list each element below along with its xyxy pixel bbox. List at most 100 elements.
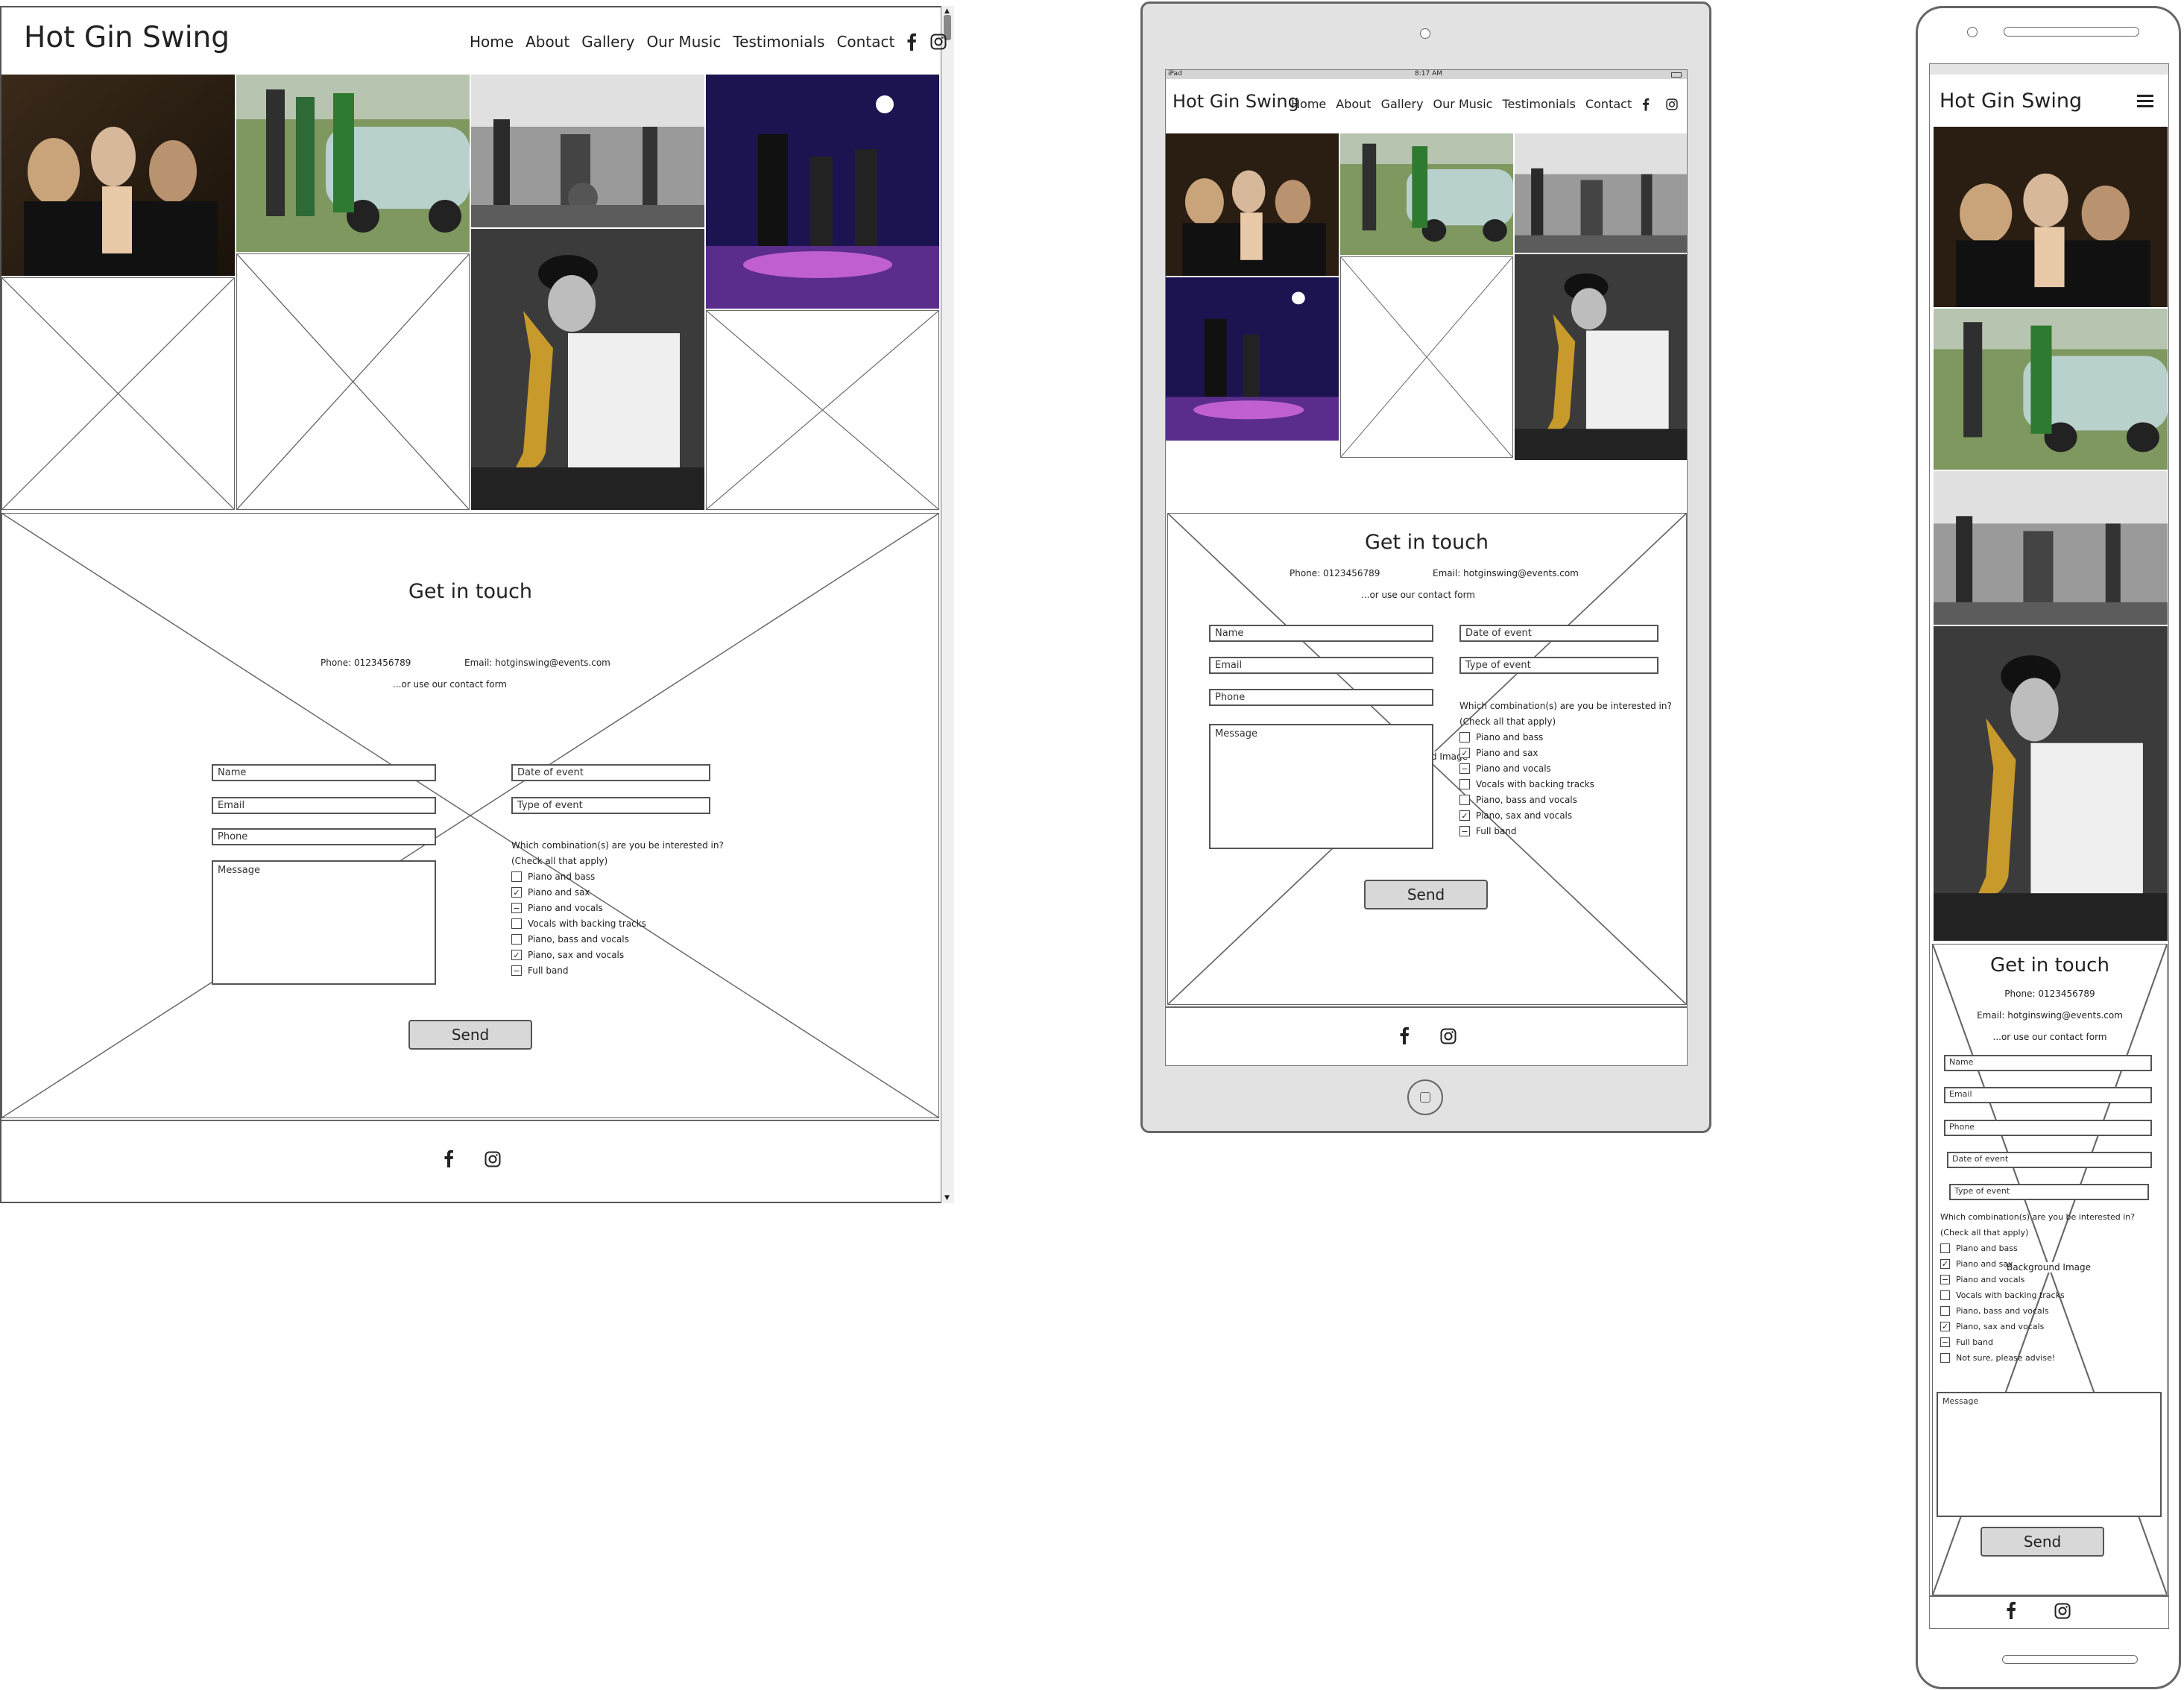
instagram-icon[interactable] [1666, 98, 1678, 110]
option-piano-bass-vocals[interactable]: Piano, bass and vocals [511, 934, 629, 945]
nav-gallery[interactable]: Gallery [581, 33, 634, 51]
option-piano-bass[interactable]: Piano and bass [1940, 1243, 2018, 1253]
phone-field[interactable]: Phone [1209, 689, 1433, 706]
checkbox-indeterminate[interactable]: − [1459, 763, 1470, 774]
checkbox[interactable] [511, 918, 522, 929]
nav-home[interactable]: Home [470, 33, 514, 51]
contact-email[interactable]: Email: hotginswing@events.com [1960, 1010, 2139, 1021]
option-vocals-backing[interactable]: Vocals with backing tracks [511, 918, 646, 929]
nav-contact[interactable]: Contact [836, 33, 894, 51]
nav-gallery[interactable]: Gallery [1381, 97, 1424, 111]
message-field[interactable]: Message [1209, 724, 1433, 849]
option-piano-bass-vocals[interactable]: Piano, bass and vocals [1459, 795, 1577, 805]
instagram-icon[interactable] [930, 34, 947, 50]
option-label: Piano and sax [1476, 748, 1538, 758]
facebook-icon[interactable] [1399, 1027, 1410, 1044]
desktop-brand-title[interactable]: Hot Gin Swing [24, 21, 230, 54]
option-piano-vocals[interactable]: − Piano and vocals [1940, 1275, 2024, 1284]
option-vocals-backing[interactable]: Vocals with backing tracks [1459, 779, 1594, 789]
instagram-icon[interactable] [1440, 1028, 1456, 1044]
checkbox-checked[interactable]: ✓ [1940, 1259, 1950, 1269]
checkbox[interactable] [1940, 1353, 1950, 1363]
option-piano-sax[interactable]: ✓ Piano and sax [1459, 748, 1538, 758]
event-date-field[interactable]: Date of event [511, 764, 710, 781]
phone-field[interactable]: Phone [1944, 1120, 2152, 1136]
facebook-icon[interactable] [906, 33, 917, 51]
email-field[interactable]: Email [212, 797, 436, 814]
nav-contact[interactable]: Contact [1585, 97, 1632, 111]
option-piano-sax-vocals[interactable]: ✓ Piano, sax and vocals [511, 950, 624, 960]
option-piano-bass-vocals[interactable]: Piano, bass and vocals [1940, 1306, 2049, 1316]
nav-about[interactable]: About [1336, 97, 1371, 111]
checkbox-indeterminate[interactable]: − [1940, 1275, 1950, 1284]
message-field[interactable]: Message [1937, 1392, 2162, 1517]
option-full-band[interactable]: − Full band [511, 965, 569, 976]
event-type-field[interactable]: Type of event [1459, 657, 1658, 674]
checkbox-indeterminate[interactable]: − [1459, 826, 1470, 836]
nav-testimonials[interactable]: Testimonials [1502, 97, 1576, 111]
event-date-field[interactable]: Date of event [1947, 1152, 2152, 1168]
event-type-field[interactable]: Type of event [511, 797, 710, 814]
option-full-band[interactable]: − Full band [1940, 1337, 1993, 1347]
phone-field[interactable]: Phone [212, 828, 436, 845]
send-button[interactable]: Send [408, 1020, 532, 1050]
option-piano-vocals[interactable]: − Piano and vocals [511, 903, 603, 913]
checkbox[interactable] [511, 871, 522, 882]
option-piano-sax[interactable]: ✓ Piano and sax [1940, 1259, 2013, 1269]
nav-testimonials[interactable]: Testimonials [733, 33, 824, 51]
email-field[interactable]: Email [1209, 657, 1433, 674]
name-field[interactable]: Name [1944, 1055, 2152, 1071]
nav-home[interactable]: Home [1291, 97, 1326, 111]
checkbox[interactable] [1459, 779, 1470, 789]
name-field[interactable]: Name [212, 764, 436, 781]
facebook-icon[interactable] [1642, 98, 1650, 111]
checkbox-indeterminate[interactable]: − [511, 903, 522, 913]
facebook-icon[interactable] [444, 1150, 454, 1167]
instagram-icon[interactable] [485, 1151, 501, 1167]
checkbox-checked[interactable]: ✓ [511, 950, 522, 960]
option-full-band[interactable]: − Full band [1459, 826, 1517, 836]
option-piano-sax-vocals[interactable]: ✓ Piano, sax and vocals [1459, 810, 1572, 821]
checkbox-checked[interactable]: ✓ [1459, 810, 1470, 821]
desktop-scroll-down-arrow[interactable]: ▼ [944, 1194, 950, 1202]
nav-about[interactable]: About [526, 33, 569, 51]
checkbox[interactable] [1940, 1243, 1950, 1253]
option-piano-bass[interactable]: Piano and bass [511, 871, 595, 882]
message-field[interactable]: Message [212, 860, 436, 985]
nav-our-music[interactable]: Our Music [1433, 97, 1493, 111]
option-piano-sax-vocals[interactable]: ✓ Piano, sax and vocals [1940, 1322, 2044, 1331]
option-vocals-backing[interactable]: Vocals with backing tracks [1940, 1290, 2065, 1300]
checkbox-checked[interactable]: ✓ [511, 887, 522, 898]
checkbox[interactable] [1459, 795, 1470, 805]
option-piano-bass[interactable]: Piano and bass [1459, 732, 1543, 742]
checkbox-checked[interactable]: ✓ [1940, 1322, 1950, 1331]
hamburger-menu-icon[interactable] [2137, 94, 2153, 107]
option-not-sure[interactable]: Not sure, please advise! [1940, 1353, 2055, 1363]
mobile-brand-title[interactable]: Hot Gin Swing [1940, 89, 2082, 113]
checkbox[interactable] [1459, 732, 1470, 742]
email-field[interactable]: Email [1944, 1087, 2152, 1103]
desktop-scroll-up-arrow[interactable]: ▲ [944, 7, 950, 15]
name-field[interactable]: Name [1209, 625, 1433, 642]
checkbox-indeterminate[interactable]: − [1940, 1337, 1950, 1347]
home-indicator-bar[interactable] [2002, 1655, 2138, 1664]
option-piano-sax[interactable]: ✓ Piano and sax [511, 887, 590, 898]
option-piano-vocals[interactable]: − Piano and vocals [1459, 763, 1551, 774]
checkbox-indeterminate[interactable]: − [511, 965, 522, 976]
home-button-icon[interactable] [1407, 1079, 1443, 1115]
checkbox[interactable] [511, 934, 522, 945]
contact-email[interactable]: Email: hotginswing@events.com [1433, 568, 1579, 578]
desktop-scrollbar[interactable]: ▲ ▼ [941, 6, 954, 1203]
instagram-icon[interactable] [2054, 1603, 2071, 1619]
send-button[interactable]: Send [1364, 880, 1488, 909]
facebook-icon[interactable] [2006, 1601, 2016, 1619]
checkbox[interactable] [1940, 1306, 1950, 1316]
tablet-brand-title[interactable]: Hot Gin Swing [1173, 91, 1299, 112]
nav-our-music[interactable]: Our Music [646, 33, 721, 51]
event-date-field[interactable]: Date of event [1459, 625, 1658, 642]
checkbox-checked[interactable]: ✓ [1459, 748, 1470, 758]
event-type-field[interactable]: Type of event [1949, 1184, 2149, 1200]
checkbox[interactable] [1940, 1290, 1950, 1300]
send-button[interactable]: Send [1981, 1527, 2104, 1557]
contact-email[interactable]: Email: hotginswing@events.com [464, 658, 610, 668]
